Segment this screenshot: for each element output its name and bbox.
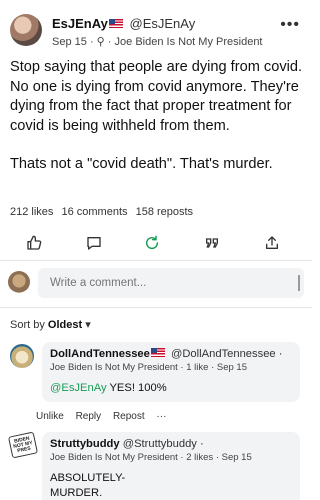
post-meta: Sep 15 · ⚲ · Joe Biden Is Not My Preside… (52, 36, 263, 48)
divider (0, 260, 312, 261)
commenter-avatar[interactable]: BIDEN NOT MY PRES (7, 431, 39, 459)
share-icon[interactable] (262, 233, 282, 253)
post-actions (0, 229, 312, 257)
speech-bubble-icon[interactable] (84, 233, 104, 253)
reposts-count[interactable]: 158 reposts (136, 206, 193, 218)
commenter-name[interactable]: Struttybuddy (50, 438, 120, 450)
comment-body: YES! 100% (106, 382, 167, 394)
comment-meta: Joe Biden Is Not My President · 2 likes … (50, 452, 252, 463)
post-paragraph-2: Thats not a "covid death". That's murder… (10, 156, 273, 172)
post-stats: 212 likes 16 comments 158 reposts (10, 206, 198, 218)
comment-card: Struttybuddy @Struttybuddy · Joe Biden I… (42, 432, 300, 500)
commenter-name[interactable]: DollAndTennessee (50, 348, 150, 360)
post-body: Stop saying that people are dying from c… (10, 58, 304, 175)
quote-icon[interactable] (202, 233, 222, 253)
unlike-button[interactable]: Unlike (36, 411, 64, 422)
author-handle[interactable]: @EsJEnAy (130, 16, 196, 31)
comment-text: @EsJEnAy YES! 100% (50, 381, 292, 396)
post-date: Sep 15 (52, 36, 87, 48)
comment-text: ABSOLUTELY- MURDER. (50, 471, 292, 500)
commenter-handle[interactable]: @Struttybuddy (123, 438, 197, 450)
current-user-avatar (8, 271, 30, 293)
comment-item: BIDEN NOT MY PRES Struttybuddy @Struttyb… (7, 431, 302, 500)
post-header: EsJEnAy @EsJEnAy Sep 15 · ⚲ · Joe Biden … (10, 12, 302, 52)
reply-button[interactable]: Reply (76, 411, 102, 422)
comment-likes: 1 like (186, 362, 209, 373)
sort-control[interactable]: Sort by Oldest ▾ (10, 318, 91, 331)
group-icon: ⚲ (96, 36, 105, 48)
more-options-icon[interactable]: ··· (156, 411, 166, 422)
comment-date: Sep 15 (216, 362, 248, 373)
comment-input[interactable] (38, 268, 304, 298)
repost-icon[interactable] (142, 233, 162, 253)
comment-actions: Unlike Reply Repost ··· (36, 411, 175, 422)
comment-date: Sep 15 (221, 452, 252, 463)
comment-likes: 2 likes (186, 452, 214, 463)
author-avatar[interactable] (10, 14, 42, 46)
author-name[interactable]: EsJEnAy (52, 16, 108, 31)
comment-body-line-2: MURDER. (50, 487, 103, 499)
sort-label: Sort by (10, 319, 45, 331)
comments-count[interactable]: 16 comments (61, 206, 127, 218)
author-line: EsJEnAy @EsJEnAy (52, 16, 195, 31)
us-flag-icon (108, 19, 123, 28)
repost-button[interactable]: Repost (113, 411, 145, 422)
comment-composer (8, 268, 304, 300)
thumbs-up-icon[interactable] (24, 233, 44, 253)
input-scrollbar (298, 275, 300, 291)
comment-header: Struttybuddy @Struttybuddy · (50, 438, 204, 450)
comment-card: DollAndTennessee @DollAndTennessee · Joe… (42, 342, 300, 402)
group-name[interactable]: Joe Biden Is Not My President (115, 36, 263, 48)
comment-header: DollAndTennessee @DollAndTennessee · (50, 348, 283, 360)
likes-count[interactable]: 212 likes (10, 206, 53, 218)
commenter-handle[interactable]: @DollAndTennessee (171, 348, 276, 360)
sort-value[interactable]: Oldest (48, 319, 82, 331)
post-paragraph-1: Stop saying that people are dying from c… (10, 59, 303, 134)
chevron-down-icon[interactable]: ▾ (85, 319, 91, 331)
more-options-icon[interactable]: ••• (280, 16, 300, 34)
avatar-sticker-text: BIDEN NOT MY PRES (12, 435, 34, 454)
us-flag-icon (150, 348, 165, 357)
comment-group[interactable]: Joe Biden Is Not My President (50, 362, 178, 373)
comment-group[interactable]: Joe Biden Is Not My President (50, 452, 178, 463)
commenter-avatar[interactable] (10, 344, 34, 368)
divider (0, 307, 312, 308)
comment-body-line-1: ABSOLUTELY- (50, 472, 126, 484)
mention-link[interactable]: @EsJEnAy (50, 382, 107, 394)
comment-meta: Joe Biden Is Not My President · 1 like ·… (50, 362, 248, 373)
